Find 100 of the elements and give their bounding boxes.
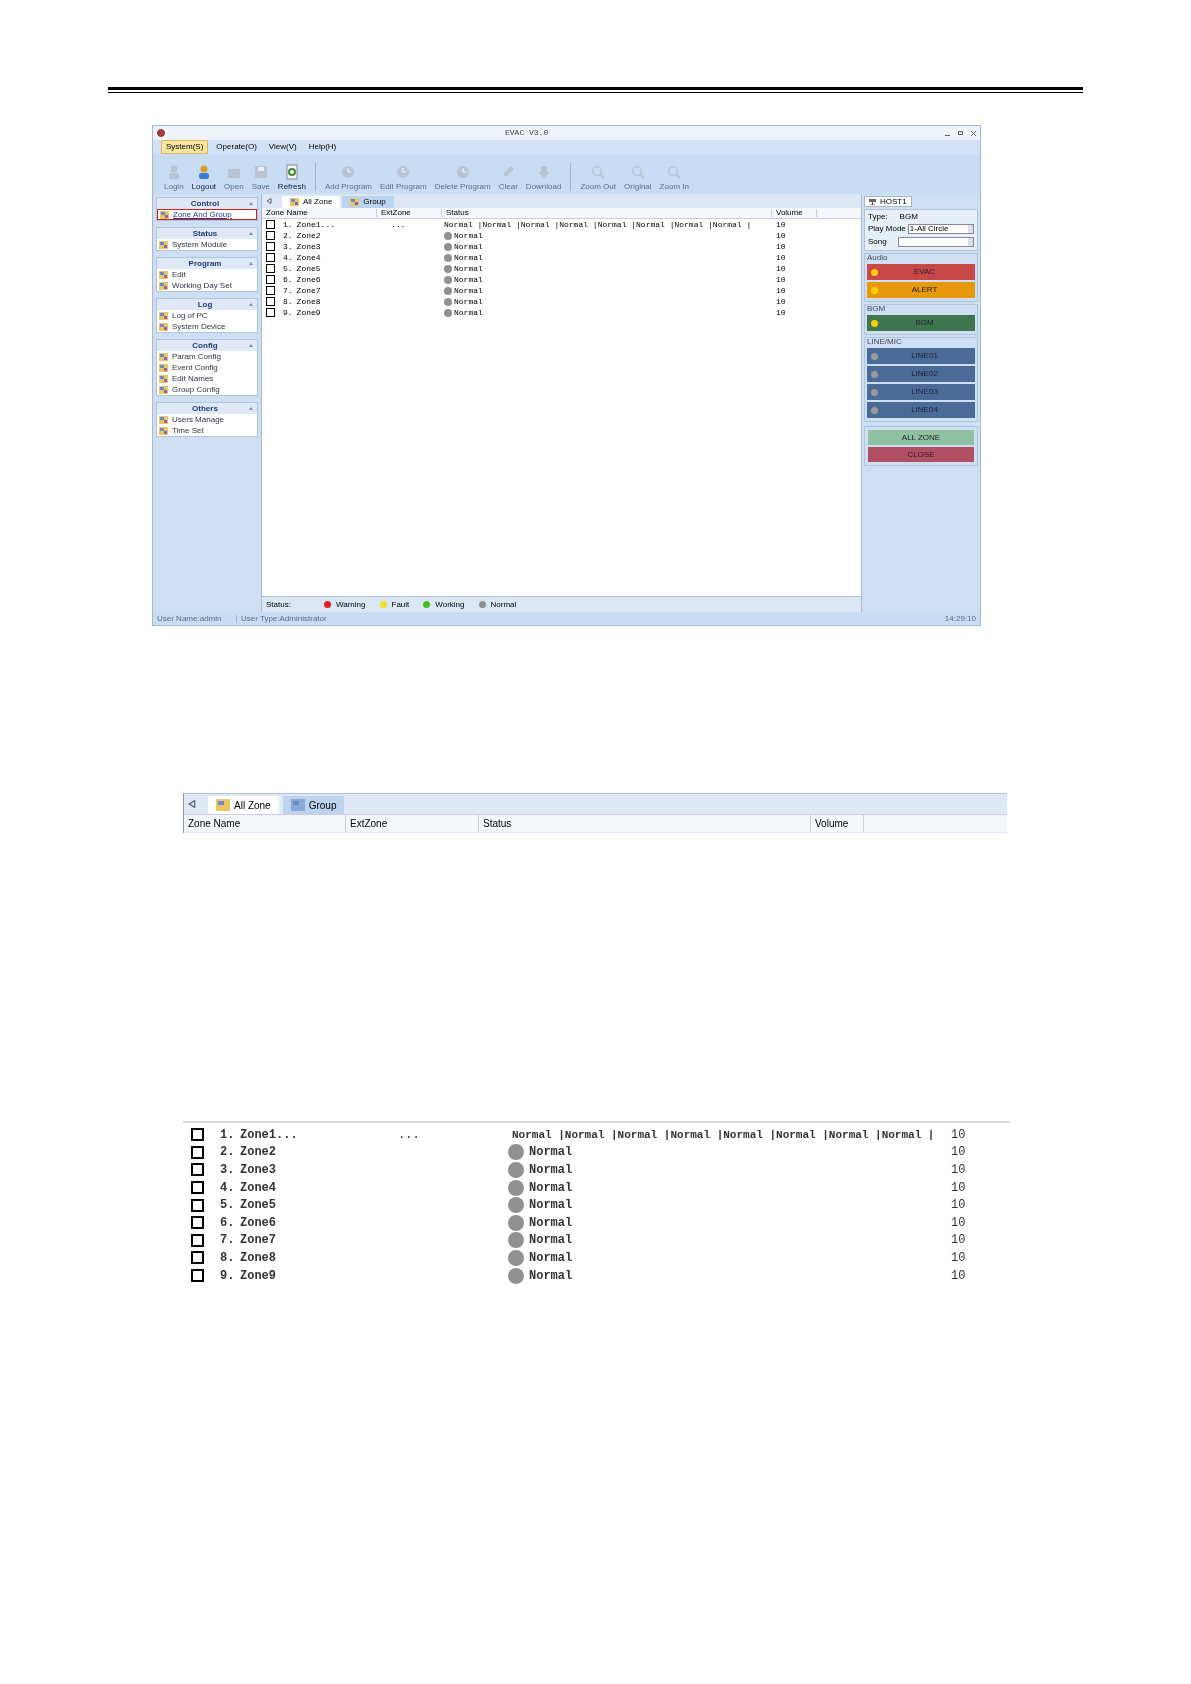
collapse-icon[interactable]: [249, 303, 253, 306]
checkbox[interactable]: [266, 220, 275, 229]
collapse-icon[interactable]: [249, 232, 253, 235]
table-cell-text: Zone6: [240, 1214, 276, 1232]
minimize-icon[interactable]: [945, 134, 950, 136]
magnifier-icon: [666, 164, 683, 180]
checkbox[interactable]: [191, 1233, 204, 1247]
column-header[interactable]: ExtZone: [346, 815, 479, 832]
legend-text: Normal: [490, 600, 517, 609]
collapse-icon[interactable]: [249, 262, 253, 265]
maximize-icon[interactable]: [958, 131, 963, 135]
sidebar-item[interactable]: Users Manage: [157, 414, 257, 425]
checkbox[interactable]: [191, 1181, 204, 1195]
table-cell-text: 8.: [220, 1249, 236, 1267]
sidebar-item[interactable]: System Module: [157, 239, 257, 250]
app-logo-icon: [157, 129, 165, 137]
table-cell-text: Zone7: [240, 1232, 276, 1250]
status-text: User Type:Administrator: [241, 614, 328, 623]
magnifier-icon: [629, 164, 646, 180]
song-dropdown[interactable]: [898, 237, 974, 247]
sidebar-item[interactable]: Edit: [157, 269, 257, 280]
sidebar-item[interactable]: Edit Names: [157, 373, 257, 384]
collapse-icon[interactable]: [249, 407, 253, 410]
column-header[interactable]: Volume: [772, 209, 817, 217]
table-cell: Zone8: [296, 297, 321, 306]
checkbox[interactable]: [266, 286, 275, 295]
table-cell: 5.: [283, 264, 293, 273]
checkbox[interactable]: [266, 264, 275, 273]
checkbox[interactable]: [266, 231, 275, 240]
collapse-icon[interactable]: [249, 344, 253, 347]
menu-item[interactable]: System(S): [161, 140, 209, 154]
tab[interactable]: Group: [342, 196, 394, 208]
status-lamp: [508, 1162, 524, 1178]
action-button[interactable]: ALL ZONE: [868, 430, 974, 445]
host-tab[interactable]: HOST1: [864, 196, 912, 207]
column-header[interactable]: Volume: [811, 815, 864, 832]
module-icon: [159, 426, 168, 435]
table-cell: ...: [391, 219, 406, 229]
checkbox[interactable]: [266, 308, 275, 317]
menu-item[interactable]: View(V): [264, 141, 301, 153]
mode-button[interactable]: ALERT: [867, 282, 975, 298]
checkbox[interactable]: [191, 1269, 204, 1283]
table-cell: 10: [776, 241, 786, 251]
toolbar-button[interactable]: Refresh: [274, 164, 309, 191]
checkbox[interactable]: [266, 297, 275, 306]
table-cell-text: 5.: [220, 1197, 236, 1215]
sidebar-item[interactable]: Event Config: [157, 362, 257, 373]
close-icon[interactable]: [971, 130, 976, 136]
table-cell: 7.: [283, 286, 293, 295]
column-header[interactable]: Zone Name: [262, 209, 377, 217]
sidebar-item[interactable]: Zone And Group: [157, 209, 257, 220]
window-title: EVAC V3.0: [505, 129, 549, 137]
module-icon: [159, 322, 168, 331]
scroll-left-icon[interactable]: [188, 800, 196, 808]
table-cell: Zone7: [296, 286, 321, 295]
play-mode-dropdown[interactable]: 1-All Circle: [907, 224, 974, 234]
table-cell: Normal: [454, 286, 483, 295]
sidebar-item[interactable]: Time Set: [157, 425, 257, 436]
tab[interactable]: All Zone: [208, 796, 279, 814]
column-header[interactable]: Status: [442, 209, 772, 217]
sidebar-item[interactable]: Group Config: [157, 384, 257, 395]
table-cell-text: Zone3: [240, 1162, 276, 1179]
scroll-left-icon[interactable]: [266, 198, 272, 204]
sidebar-item[interactable]: Log of PC: [157, 310, 257, 321]
checkbox[interactable]: [191, 1251, 204, 1265]
table-cell-text: Normal: [529, 1267, 573, 1285]
sidebar-item[interactable]: Param Config: [157, 351, 257, 362]
table-cell-text: Normal: [529, 1179, 573, 1197]
column-header[interactable]: ExtZone: [377, 209, 442, 217]
table-cell: Normal: [454, 297, 483, 306]
table-cell-text: 7.: [220, 1232, 236, 1250]
table-cell: 10: [776, 252, 786, 262]
menu-item[interactable]: Operate(O): [212, 141, 261, 153]
table-cell: 10: [951, 1268, 966, 1283]
table-cell: Zone1...: [296, 220, 335, 229]
checkbox[interactable]: [191, 1198, 204, 1212]
sidebar-item[interactable]: Working Day Set: [157, 280, 257, 291]
status-lamp: [508, 1267, 524, 1284]
column-header[interactable]: Zone Name: [184, 815, 346, 832]
toolbar-button[interactable]: Logout: [188, 164, 220, 191]
table-cell: Normal: [454, 231, 483, 240]
table-cell-text: Normal: [529, 1214, 573, 1232]
checkbox[interactable]: [191, 1145, 204, 1159]
sidebar-item[interactable]: System Device: [157, 321, 257, 332]
collapse-icon[interactable]: [249, 202, 253, 205]
checkbox[interactable]: [266, 253, 275, 262]
legend-label: Status:: [266, 600, 292, 609]
checkbox[interactable]: [266, 242, 275, 251]
tab[interactable]: All Zone: [282, 196, 341, 208]
checkbox[interactable]: [191, 1128, 204, 1142]
column-header[interactable]: Status: [479, 815, 811, 832]
checkbox[interactable]: [191, 1216, 204, 1230]
checkbox[interactable]: [191, 1163, 204, 1177]
menu-item[interactable]: Help(H): [304, 141, 341, 153]
tab[interactable]: Group: [282, 796, 345, 814]
table-cell: Zone9: [296, 308, 321, 317]
module-icon: [160, 210, 169, 219]
table-cell: 1.: [283, 220, 293, 229]
table-cell-text: Zone4: [240, 1179, 276, 1197]
checkbox[interactable]: [266, 275, 275, 284]
